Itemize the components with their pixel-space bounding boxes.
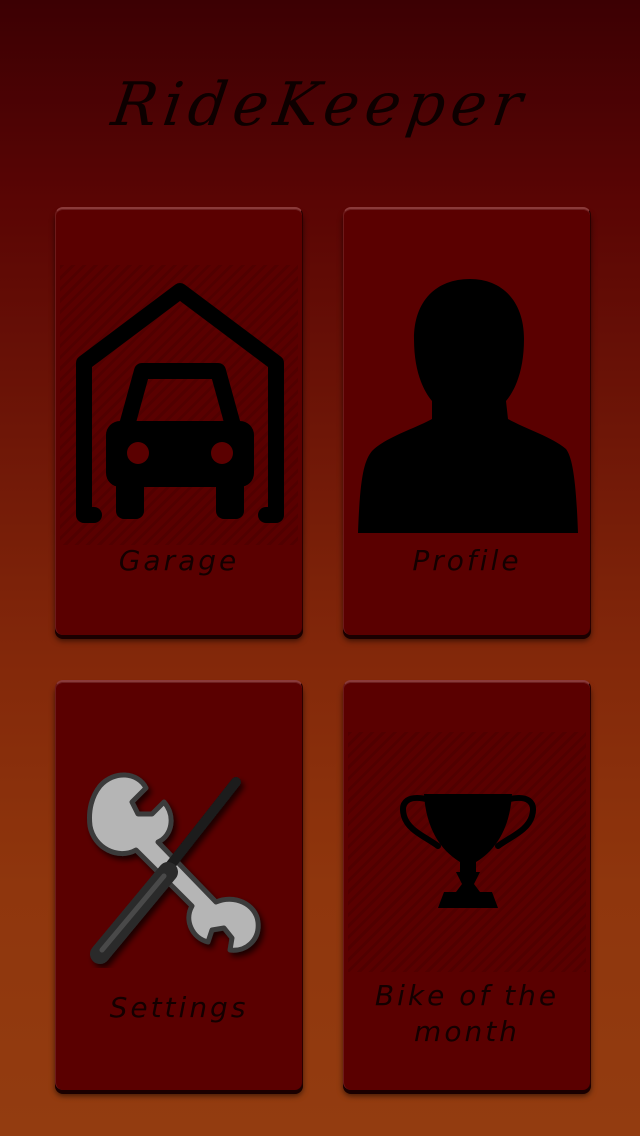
profile-label: Profile	[412, 544, 522, 577]
bike-of-the-month-label: Bike of the month	[374, 979, 560, 1048]
garage-car-icon	[76, 283, 284, 523]
app-title: RideKeeper	[107, 70, 533, 140]
settings-label: Settings	[109, 991, 249, 1024]
settings-tile[interactable]: Settings	[55, 680, 303, 1090]
trophy-icon	[400, 794, 536, 908]
person-silhouette-icon	[358, 279, 578, 533]
profile-tile[interactable]: Profile	[343, 207, 591, 635]
wrench-screwdriver-icon	[87, 772, 261, 964]
garage-tile[interactable]: Garage	[55, 207, 303, 635]
garage-label: Garage	[118, 544, 240, 577]
bike-of-the-month-tile[interactable]: Bike of the month	[343, 680, 591, 1090]
